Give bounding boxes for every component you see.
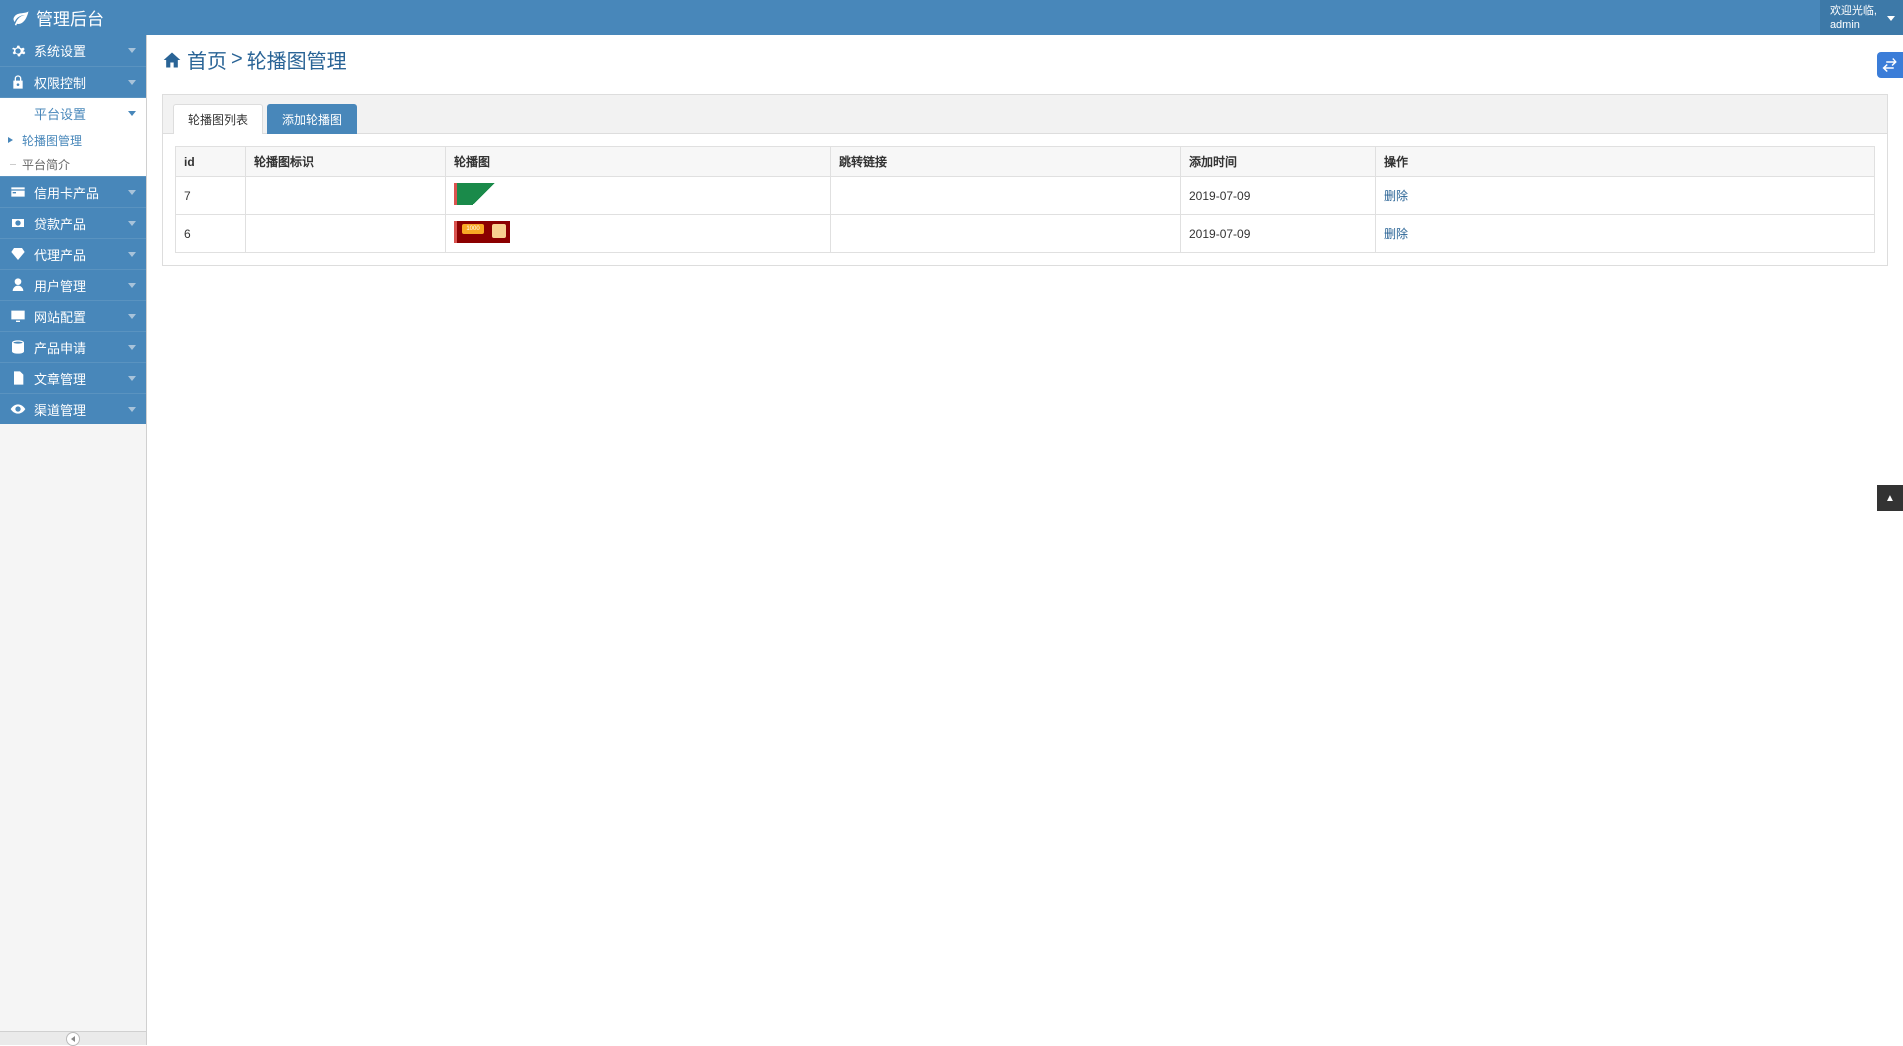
- sidebar-item[interactable]: 渠道管理: [0, 393, 146, 424]
- chevron-down-icon: [128, 376, 136, 381]
- sidebar-item[interactable]: 文章管理: [0, 362, 146, 393]
- cell-img: 1000: [446, 215, 831, 253]
- sidebar-subitem[interactable]: 轮播图管理: [0, 128, 146, 152]
- sidebar-subitem[interactable]: 平台简介: [0, 152, 146, 176]
- chevron-down-icon: [128, 80, 136, 85]
- swap-icon: [1881, 56, 1899, 74]
- chevron-down-icon: [128, 283, 136, 288]
- chevron-down-icon: [128, 48, 136, 53]
- cell-ops: 删除: [1376, 177, 1875, 215]
- sidebar-item[interactable]: 产品申请: [0, 331, 146, 362]
- brand-title: 管理后台: [36, 5, 104, 30]
- chevron-down-icon: [128, 252, 136, 257]
- chevron-down-icon: [128, 111, 136, 116]
- col-link: 跳转链接: [831, 147, 1181, 177]
- cell-time: 2019-07-09: [1181, 177, 1376, 215]
- diamond-icon: [10, 246, 26, 262]
- col-ident: 轮播图标识: [246, 147, 446, 177]
- card-icon: [10, 105, 26, 121]
- sidebar-item-label: 产品申请: [34, 338, 86, 357]
- delete-link[interactable]: 删除: [1384, 189, 1408, 203]
- username: admin: [1830, 18, 1877, 32]
- swap-button[interactable]: [1877, 52, 1903, 78]
- tab-bar: 轮播图列表 添加轮播图: [163, 95, 1887, 134]
- sidebar-collapse[interactable]: [0, 1031, 146, 1045]
- delete-link[interactable]: 删除: [1384, 227, 1408, 241]
- table-row: 6 1000 2019-07-09 删除: [176, 215, 1875, 253]
- chevron-down-icon: [128, 190, 136, 195]
- table-header-row: id 轮播图标识 轮播图 跳转链接 添加时间 操作: [176, 147, 1875, 177]
- scroll-top-button[interactable]: ▲: [1877, 485, 1903, 511]
- document-icon: [10, 370, 26, 386]
- sidebar-item[interactable]: 权限控制: [0, 66, 146, 97]
- content-panel: 轮播图列表 添加轮播图 id 轮播图标识 轮播图 跳转链接 添加时间 操作: [162, 94, 1888, 266]
- user-menu[interactable]: 欢迎光临, admin: [1820, 0, 1903, 35]
- cell-link: [831, 215, 1181, 253]
- col-time: 添加时间: [1181, 147, 1376, 177]
- welcome-text: 欢迎光临,: [1830, 4, 1877, 18]
- lock-icon: [10, 74, 26, 90]
- collapse-icon: [66, 1032, 80, 1046]
- credit-icon: [10, 184, 26, 200]
- sidebar-item[interactable]: 用户管理: [0, 269, 146, 300]
- sidebar-item-label: 网站配置: [34, 307, 86, 326]
- home-icon: [162, 50, 182, 70]
- col-img: 轮播图: [446, 147, 831, 177]
- money-icon: [10, 215, 26, 231]
- chevron-down-icon: [128, 407, 136, 412]
- breadcrumb-home[interactable]: 首页: [187, 45, 227, 74]
- brand: 管理后台: [12, 5, 104, 30]
- col-ops: 操作: [1376, 147, 1875, 177]
- tab-add-carousel[interactable]: 添加轮播图: [267, 104, 357, 134]
- sidebar-item-label: 文章管理: [34, 369, 86, 388]
- breadcrumb-current: 轮播图管理: [247, 45, 347, 74]
- sidebar-item[interactable]: 系统设置: [0, 35, 146, 66]
- chevron-down-icon: [128, 345, 136, 350]
- main-content: 首页 > 轮播图管理 轮播图列表 添加轮播图 id 轮播图标识 轮播图 跳转链接: [147, 35, 1903, 1045]
- database-icon: [10, 339, 26, 355]
- sidebar-item[interactable]: 代理产品: [0, 238, 146, 269]
- sidebar-item[interactable]: 信用卡产品: [0, 176, 146, 207]
- cell-id: 7: [176, 177, 246, 215]
- cell-id: 6: [176, 215, 246, 253]
- caret-down-icon: [1887, 16, 1895, 21]
- breadcrumb-sep: >: [231, 48, 243, 71]
- table-row: 7 2019-07-09 删除: [176, 177, 1875, 215]
- cell-ident: [246, 215, 446, 253]
- sidebar-item-label: 权限控制: [34, 73, 86, 92]
- sidebar-item[interactable]: 平台设置: [0, 97, 146, 128]
- leaf-icon: [12, 9, 30, 27]
- sidebar-item-label: 平台设置: [34, 104, 86, 123]
- carousel-table: id 轮播图标识 轮播图 跳转链接 添加时间 操作 7 2019-07-09 删…: [175, 146, 1875, 253]
- eye-icon: [10, 401, 26, 417]
- breadcrumb: 首页 > 轮播图管理: [162, 45, 1888, 74]
- sidebar-item-label: 信用卡产品: [34, 183, 99, 202]
- sidebar-item[interactable]: 贷款产品: [0, 207, 146, 238]
- cell-img: [446, 177, 831, 215]
- monitor-icon: [10, 308, 26, 324]
- chevron-up-icon: ▲: [1885, 493, 1895, 504]
- sidebar-item-label: 贷款产品: [34, 214, 86, 233]
- sidebar-item-label: 代理产品: [34, 245, 86, 264]
- chevron-down-icon: [128, 221, 136, 226]
- sidebar: 系统设置 权限控制 平台设置 轮播图管理平台简介 信用卡产品 贷款产品 代理产品…: [0, 35, 147, 1045]
- carousel-thumb[interactable]: [454, 183, 510, 205]
- chevron-down-icon: [128, 314, 136, 319]
- col-id: id: [176, 147, 246, 177]
- user-icon: [10, 277, 26, 293]
- sidebar-item-label: 渠道管理: [34, 400, 86, 419]
- gear-icon: [10, 43, 26, 59]
- cell-ident: [246, 177, 446, 215]
- cell-ops: 删除: [1376, 215, 1875, 253]
- sidebar-item[interactable]: 网站配置: [0, 300, 146, 331]
- cell-link: [831, 177, 1181, 215]
- tab-carousel-list[interactable]: 轮播图列表: [173, 104, 263, 134]
- sidebar-item-label: 用户管理: [34, 276, 86, 295]
- cell-time: 2019-07-09: [1181, 215, 1376, 253]
- carousel-thumb[interactable]: 1000: [454, 221, 510, 243]
- sidebar-item-label: 系统设置: [34, 41, 86, 60]
- top-header: 管理后台 欢迎光临, admin: [0, 0, 1903, 35]
